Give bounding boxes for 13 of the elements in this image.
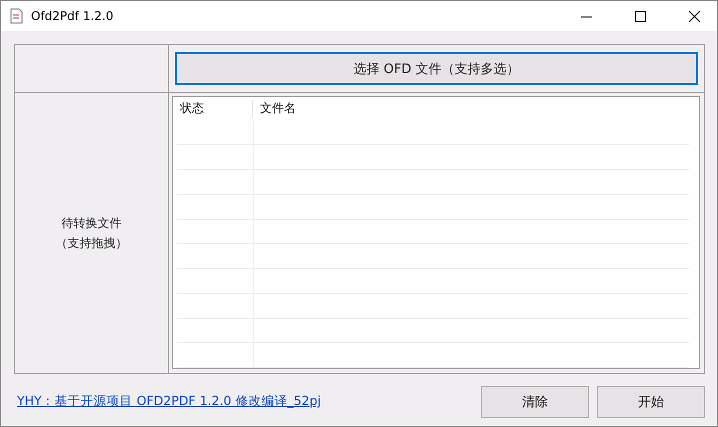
start-button[interactable]: 开始 — [597, 386, 705, 418]
maximize-icon — [634, 10, 646, 22]
project-link[interactable]: YHY：基于开源项目 OFD2PDF 1.2.0 修改编译_52pj — [17, 393, 473, 410]
list-label: 待转换文件 — [62, 215, 122, 232]
list-label: （支持拖拽） — [56, 235, 128, 252]
clear-button[interactable]: 清除 — [481, 386, 589, 418]
column-header[interactable]: 文件名 — [253, 100, 296, 118]
window-title: Ofd2Pdf 1.2.0 — [31, 9, 114, 23]
app-icon — [9, 8, 25, 24]
select-files-button[interactable]: 选择 OFD 文件（支持多选） — [175, 52, 698, 85]
column-header[interactable]: 状态 — [173, 100, 253, 118]
close-icon — [688, 10, 700, 22]
file-list[interactable]: 状态 文件名 — [172, 96, 700, 369]
